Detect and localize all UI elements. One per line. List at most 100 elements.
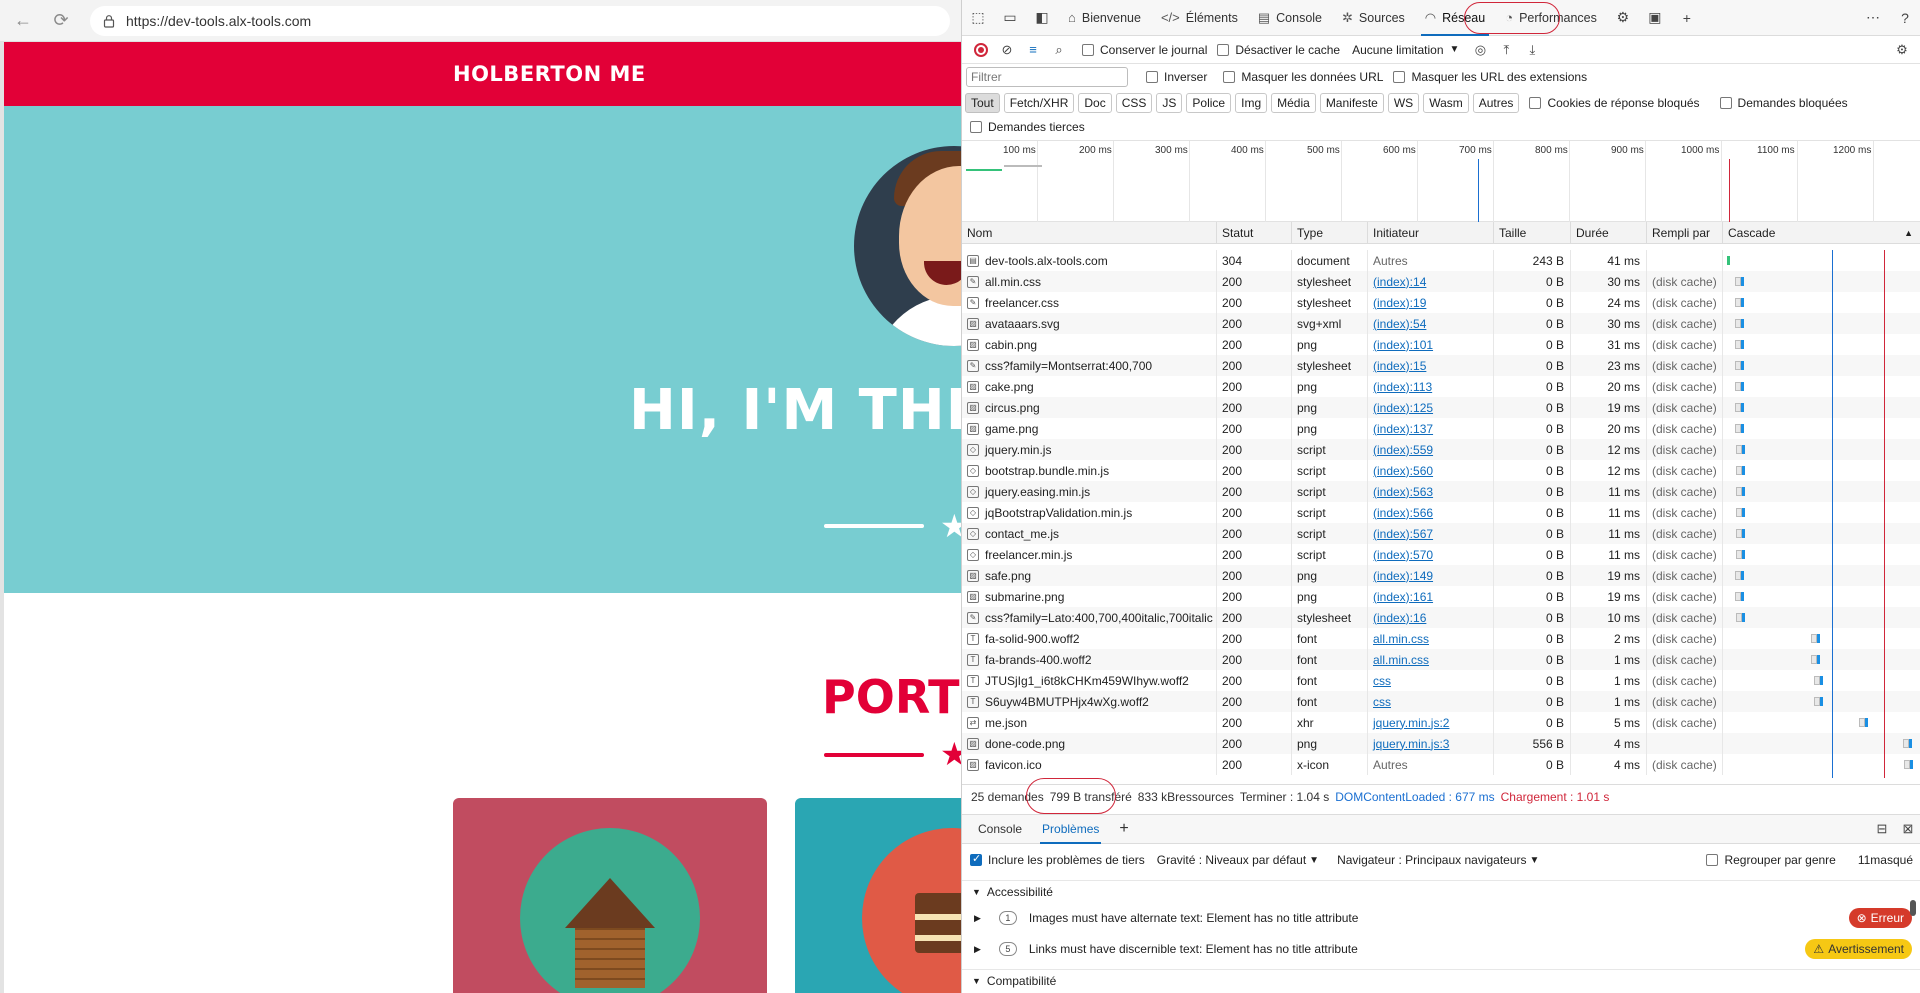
export-har-icon[interactable]: ⤓ bbox=[1519, 38, 1545, 62]
request-row[interactable]: ▨ cabin.png 200 png (index):101 0 B 31 ms (disk… bbox=[962, 334, 1920, 355]
network-settings-icon[interactable]: ⚙ bbox=[1889, 38, 1915, 62]
clear-icon[interactable]: ⊘ bbox=[994, 38, 1020, 62]
request-name-cell[interactable]: ◇ jquery.min.js bbox=[962, 439, 1217, 460]
request-name-cell[interactable]: ▨ done-code.png bbox=[962, 733, 1217, 754]
filter-icon[interactable]: ≡ bbox=[1020, 38, 1046, 62]
initiator-link[interactable]: (index):15 bbox=[1373, 359, 1426, 373]
initiator-link[interactable]: (index):125 bbox=[1373, 401, 1433, 415]
initiator-link[interactable]: (index):54 bbox=[1373, 317, 1426, 331]
undock-drawer-icon[interactable]: ⊟ bbox=[1869, 817, 1895, 841]
request-name-cell[interactable]: ⇄ me.json bbox=[962, 712, 1217, 733]
request-initiator[interactable]: (index):15 bbox=[1368, 355, 1494, 376]
request-name-cell[interactable]: ✎ css?family=Lato:400,700,400italic,700it… bbox=[962, 607, 1217, 628]
invert-checkbox[interactable]: Inverser bbox=[1146, 70, 1207, 84]
initiator-link[interactable]: jquery.min.js:3 bbox=[1373, 737, 1449, 751]
request-initiator[interactable]: (index):563 bbox=[1368, 481, 1494, 502]
request-row[interactable]: ▨ game.png 200 png (index):137 0 B 20 ms (disk … bbox=[962, 418, 1920, 439]
request-name-cell[interactable]: ◇ contact_me.js bbox=[962, 523, 1217, 544]
request-name-cell[interactable]: ◇ freelancer.min.js bbox=[962, 544, 1217, 565]
tab-network[interactable]: ◠ Réseau bbox=[1415, 3, 1495, 36]
filter-chip-all[interactable]: Tout bbox=[965, 93, 1000, 113]
initiator-link[interactable]: (index):14 bbox=[1373, 275, 1426, 289]
issue-category-accessibility[interactable]: ▼ Accessibilité bbox=[962, 880, 1920, 902]
initiator-link[interactable]: (index):161 bbox=[1373, 590, 1433, 604]
request-initiator[interactable]: (index):559 bbox=[1368, 439, 1494, 460]
inspect-icon[interactable]: ⬚ bbox=[962, 4, 994, 32]
request-row[interactable]: ▨ safe.png 200 png (index):149 0 B 19 ms (disk … bbox=[962, 565, 1920, 586]
request-name-cell[interactable]: ◇ jquery.easing.min.js bbox=[962, 481, 1217, 502]
column-name[interactable]: Nom bbox=[962, 222, 1217, 243]
request-row[interactable]: ▨ cake.png 200 png (index):113 0 B 20 ms (disk … bbox=[962, 376, 1920, 397]
request-initiator[interactable]: jquery.min.js:2 bbox=[1368, 712, 1494, 733]
dock-icon[interactable]: ◧ bbox=[1026, 4, 1058, 32]
tab-console[interactable]: ▤ Console bbox=[1248, 3, 1332, 33]
initiator-link[interactable]: (index):567 bbox=[1373, 527, 1433, 541]
request-row[interactable]: ◇ freelancer.min.js 200 script (index):570 0 … bbox=[962, 544, 1920, 565]
request-row[interactable]: ▨ submarine.png 200 png (index):161 0 B 19 ms(… bbox=[962, 586, 1920, 607]
request-row[interactable]: ▨ avataaars.svg 200 svg+xml (index):54 0 B 30 … bbox=[962, 313, 1920, 334]
request-name-cell[interactable]: ▨ cake.png bbox=[962, 376, 1217, 397]
initiator-link[interactable]: all.min.css bbox=[1373, 632, 1429, 646]
request-initiator[interactable]: css bbox=[1368, 670, 1494, 691]
filter-chip-fetch[interactable]: Fetch/XHR bbox=[1003, 93, 1075, 113]
browser-dropdown[interactable]: Navigateur : Principaux navigateurs ▼ bbox=[1337, 853, 1539, 867]
filter-chip-ws[interactable]: WS bbox=[1387, 93, 1420, 113]
initiator-link[interactable]: (index):113 bbox=[1373, 380, 1432, 394]
request-initiator[interactable]: (index):566 bbox=[1368, 502, 1494, 523]
request-row[interactable]: Tfa-solid-900.woff2 200 font all.min.css 0 B… bbox=[962, 628, 1920, 649]
gear-icon[interactable]: ⚙ bbox=[1607, 4, 1639, 32]
request-name-cell[interactable]: ▨ game.png bbox=[962, 418, 1217, 439]
filter-chip-media[interactable]: Média bbox=[1271, 93, 1316, 113]
blocked-cookies-checkbox[interactable]: Cookies de réponse bloqués bbox=[1529, 96, 1700, 110]
request-name-cell[interactable]: ▨ circus.png bbox=[962, 397, 1217, 418]
tab-performance[interactable]: ◔ Performances bbox=[1495, 3, 1607, 33]
initiator-link[interactable]: (index):559 bbox=[1373, 443, 1433, 457]
filter-chip-wasm[interactable]: Wasm bbox=[1423, 93, 1469, 113]
filter-chip-other[interactable]: Autres bbox=[1472, 93, 1520, 113]
request-row[interactable]: ✎ css?family=Lato:400,700,400italic,700it… bbox=[962, 607, 1920, 628]
column-waterfall[interactable]: Cascade ▲ bbox=[1723, 222, 1920, 243]
record-icon[interactable] bbox=[968, 38, 994, 62]
issue-row[interactable]: ▶ 1 Images must have alternate text: Ele… bbox=[962, 903, 1912, 933]
request-row[interactable]: ◇ jqBootstrapValidation.min.js 200 script (i… bbox=[962, 502, 1920, 523]
filter-chip-manifest[interactable]: Manifeste bbox=[1319, 93, 1384, 113]
filter-chip-css[interactable]: CSS bbox=[1115, 93, 1153, 113]
request-row[interactable]: ◇ jquery.easing.min.js 200 script (index):56… bbox=[962, 481, 1920, 502]
request-row[interactable]: ▨ done-code.png 200 png jquery.min.js:3 556 B… bbox=[962, 733, 1920, 754]
request-name-cell[interactable]: Tfa-solid-900.woff2 bbox=[962, 628, 1217, 649]
back-icon[interactable]: ← bbox=[8, 6, 38, 36]
issue-category-compatibility[interactable]: ▼ Compatibilité bbox=[962, 969, 1920, 991]
request-initiator[interactable]: (index):560 bbox=[1368, 460, 1494, 481]
close-drawer-icon[interactable]: ⊠ bbox=[1895, 817, 1920, 841]
request-initiator[interactable]: all.min.css bbox=[1368, 628, 1494, 649]
include-third-party-checkbox[interactable]: Inclure les problèmes de tiers bbox=[970, 852, 1145, 867]
request-row[interactable]: ▨ circus.png 200 png (index):125 0 B 19 ms (dis… bbox=[962, 397, 1920, 418]
column-size[interactable]: Taille bbox=[1494, 222, 1571, 243]
add-drawer-tab-icon[interactable]: + bbox=[1109, 814, 1138, 844]
request-initiator[interactable]: (index):16 bbox=[1368, 607, 1494, 628]
preserve-log-checkbox[interactable]: Conserver le journal bbox=[1082, 43, 1207, 57]
blocked-requests-checkbox[interactable]: Demandes bloquées bbox=[1719, 96, 1848, 110]
request-initiator[interactable]: (index):54 bbox=[1368, 313, 1494, 334]
request-row[interactable]: ◇ contact_me.js 200 script (index):567 0 B 11 … bbox=[962, 523, 1920, 544]
request-name-cell[interactable]: ▨ safe.png bbox=[962, 565, 1217, 586]
refresh-icon[interactable]: ⟳ bbox=[46, 6, 76, 36]
more-icon[interactable]: ⋯ bbox=[1857, 4, 1889, 32]
network-conditions-icon[interactable]: ◎ bbox=[1467, 38, 1493, 62]
request-name-cell[interactable]: ▨ cabin.png bbox=[962, 334, 1217, 355]
third-party-checkbox[interactable]: Demandes tierces bbox=[970, 120, 1085, 134]
request-row[interactable]: ◇ bootstrap.bundle.min.js 200 script (index)… bbox=[962, 460, 1920, 481]
initiator-link[interactable]: (index):149 bbox=[1373, 569, 1433, 583]
request-initiator[interactable]: (index):570 bbox=[1368, 544, 1494, 565]
disable-cache-checkbox[interactable]: Désactiver le cache bbox=[1217, 43, 1340, 57]
issues-scrollbar[interactable] bbox=[1910, 900, 1916, 916]
initiator-link[interactable]: (index):101 bbox=[1373, 338, 1433, 352]
filter-input[interactable]: Filtrer bbox=[966, 67, 1128, 87]
request-row[interactable]: ▤ dev-tools.alx-tools.com 304 document Autre… bbox=[962, 250, 1920, 271]
filter-chip-doc[interactable]: Doc bbox=[1078, 93, 1112, 113]
request-initiator[interactable]: (index):149 bbox=[1368, 565, 1494, 586]
tab-elements[interactable]: </> Éléments bbox=[1151, 3, 1248, 33]
request-initiator[interactable]: (index):161 bbox=[1368, 586, 1494, 607]
import-har-icon[interactable]: ⤒ bbox=[1493, 38, 1519, 62]
request-row[interactable]: T JTUSjIg1_i6t8kCHKm459WIhyw.woff2 200 font… bbox=[962, 670, 1920, 691]
